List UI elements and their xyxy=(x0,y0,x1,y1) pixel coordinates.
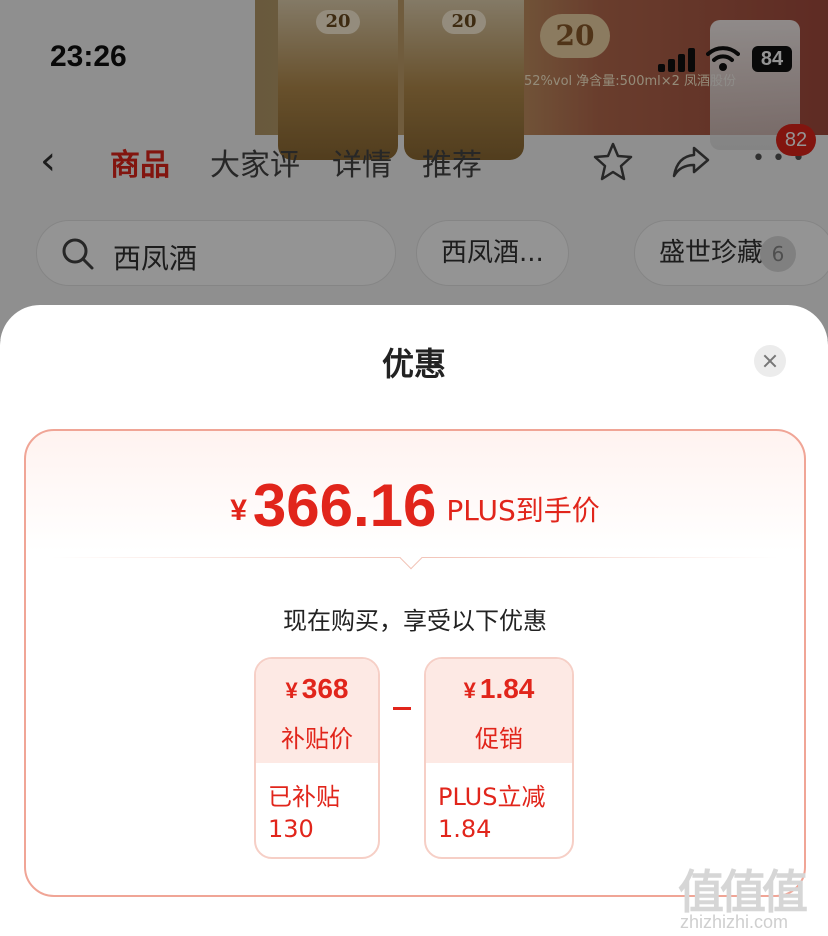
watermark-url: zhizhizhi.com xyxy=(680,912,789,932)
discount-sheet: 优惠 ¥366.16 PLUS到手价 现在购买，享受以下优惠 ¥368 补贴价 已… xyxy=(0,305,828,936)
promotion-header: ¥1.84 促销 xyxy=(426,659,572,763)
subsidy-desc: 已补贴 130 xyxy=(268,781,378,845)
promotion-desc: PLUS立减 1.84 xyxy=(438,781,572,845)
promotion-value: ¥1.84 xyxy=(426,673,572,705)
final-price-label: PLUS到手价 xyxy=(446,494,600,527)
promotion-box: ¥1.84 促销 PLUS立减 1.84 xyxy=(424,657,574,859)
currency-symbol: ¥ xyxy=(285,678,298,703)
discount-card: ¥366.16 PLUS到手价 现在购买，享受以下优惠 ¥368 补贴价 已补贴 … xyxy=(24,429,806,897)
subsidy-price-label: 补贴价 xyxy=(281,725,353,753)
final-price: 366.16 xyxy=(252,472,437,539)
subsidy-price-box: ¥368 补贴价 已补贴 130 xyxy=(254,657,380,859)
promotion-desc-amount: 1.84 xyxy=(438,815,492,843)
currency-symbol: ¥ xyxy=(463,678,476,703)
promotion-desc-label: PLUS立减 xyxy=(438,783,546,811)
promotion-label: 促销 xyxy=(475,725,523,753)
subsidy-desc-label: 已补贴 xyxy=(268,783,340,811)
subsidy-price-amount: 368 xyxy=(301,673,349,704)
sheet-title: 优惠 xyxy=(381,345,446,383)
subsidy-desc-amount: 130 xyxy=(268,815,314,843)
final-price-row: ¥366.16 PLUS到手价 xyxy=(26,471,804,540)
subsidy-price-header: ¥368 补贴价 xyxy=(256,659,378,763)
currency-symbol: ¥ xyxy=(230,494,247,527)
minus-sign xyxy=(393,707,411,710)
promotion-amount: 1.84 xyxy=(479,673,535,704)
site-watermark: 值值值 zhizhizhi.com xyxy=(678,856,818,936)
subsidy-price-value: ¥368 xyxy=(256,673,378,705)
close-button[interactable] xyxy=(754,345,786,377)
divider-notch xyxy=(399,546,423,570)
discount-subtitle: 现在购买，享受以下优惠 xyxy=(283,607,547,635)
